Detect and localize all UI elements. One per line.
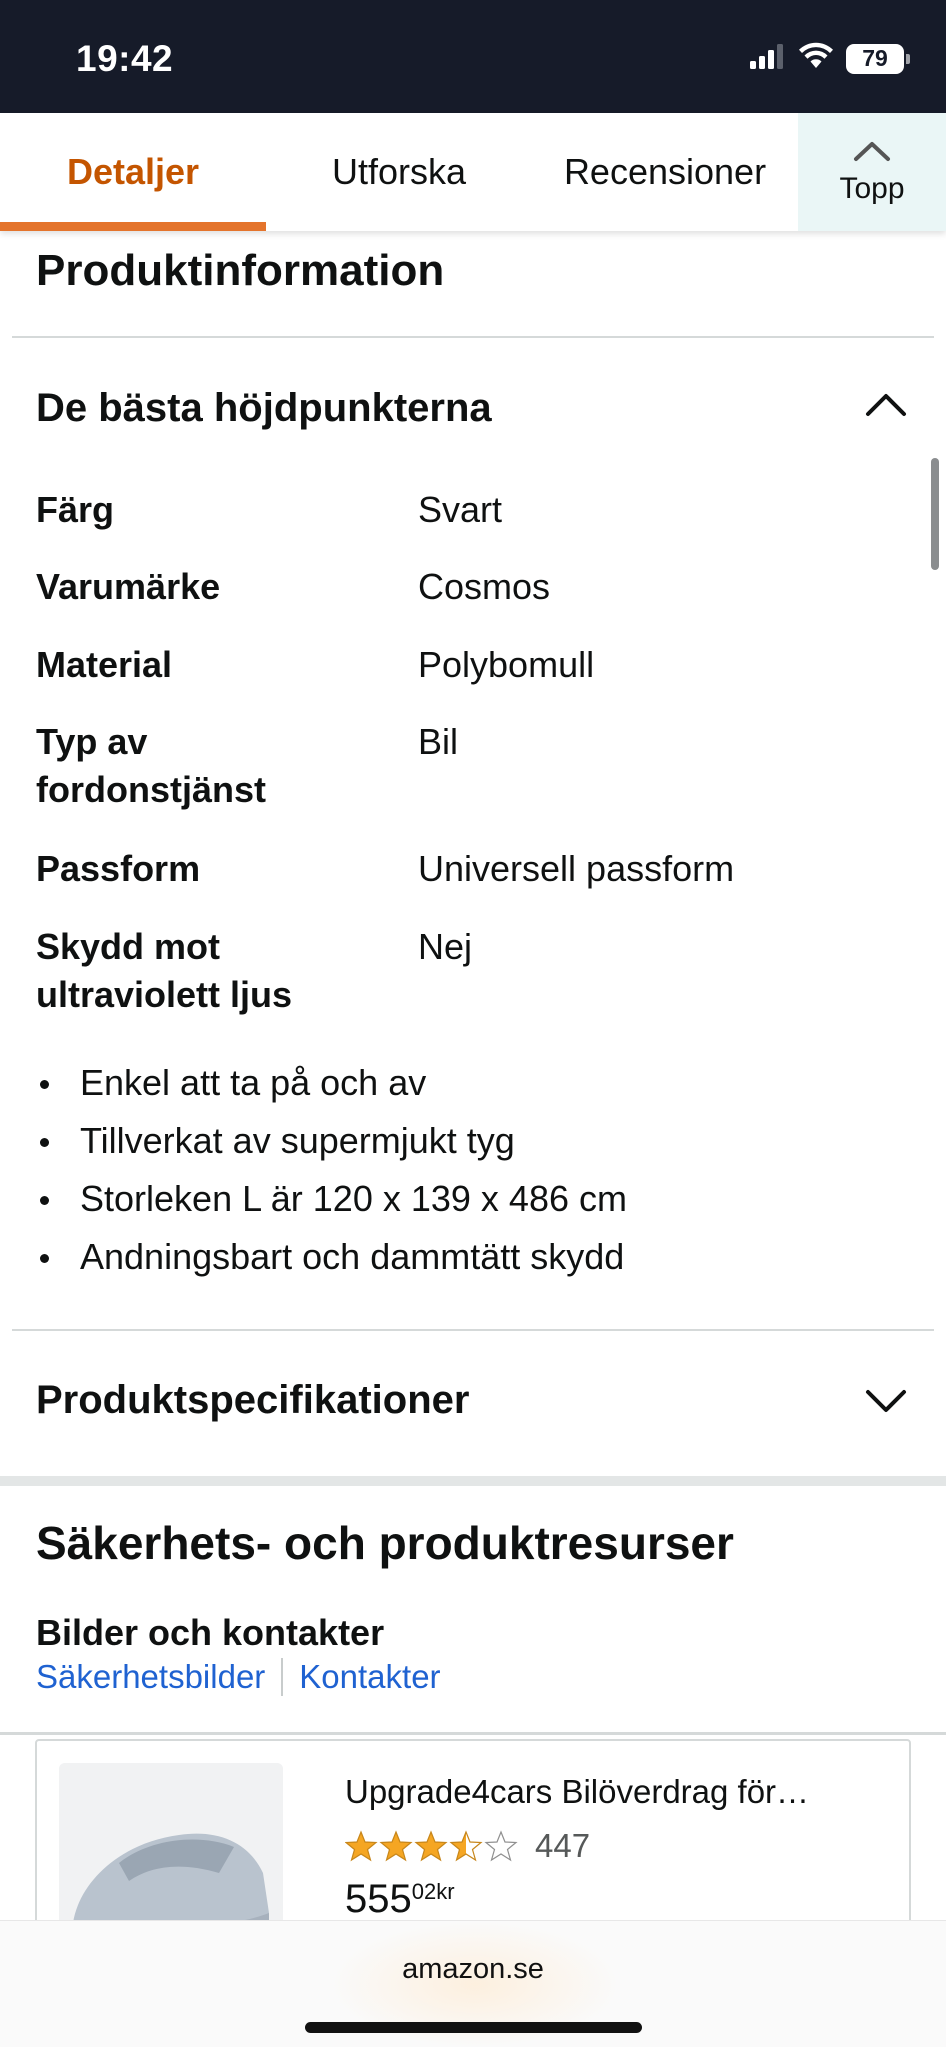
divider (0, 1732, 946, 1735)
spec-value: Polybomull (418, 644, 595, 685)
browser-bottom-bar: amazon.se (0, 1920, 946, 2047)
product-rating[interactable]: 447 (345, 1827, 590, 1865)
spec-value: Svart (418, 489, 503, 530)
price-whole: 555 (345, 1877, 412, 1921)
price-fraction: 02 (411, 1879, 437, 1904)
status-time: 19:42 (76, 38, 174, 79)
back-to-top-label: Topp (839, 172, 905, 205)
spec-key: Färg (36, 489, 115, 530)
price-currency: kr (436, 1879, 455, 1904)
spec-key: Material (36, 644, 173, 685)
chevron-down-icon[interactable] (864, 1388, 908, 1421)
spec-key: Passform (36, 848, 201, 889)
divider (12, 1329, 934, 1331)
feature-bullet-list: Enkel att ta på och av Tillverkat av sup… (36, 1054, 627, 1286)
section-tab-bar: Detaljer Utforska Recensioner Topp (0, 113, 946, 231)
back-to-top-button[interactable]: Topp (798, 113, 946, 231)
cellular-signal-icon (750, 43, 786, 74)
safety-images-link[interactable]: Säkerhetsbilder (36, 1658, 265, 1696)
highlights-title[interactable]: De bästa höjdpunkterna (36, 386, 492, 431)
tab-details[interactable]: Detaljer (0, 113, 266, 231)
safety-links: Säkerhetsbilder Kontakter (36, 1658, 441, 1696)
wifi-icon (798, 42, 834, 75)
feature-bullet: Tillverkat av supermjukt tyg (36, 1112, 627, 1170)
feature-bullet: Storleken L är 120 x 139 x 486 cm (36, 1170, 627, 1228)
spec-value: Cosmos (418, 566, 551, 607)
browser-url[interactable]: amazon.se (0, 1953, 946, 1986)
safety-resources-subtitle: Bilder och kontakter (36, 1612, 385, 1653)
home-indicator[interactable] (305, 2022, 642, 2033)
battery-icon: 79 (846, 43, 910, 74)
safety-resources-title: Säkerhets- och produktresurser (36, 1517, 734, 1569)
star-rating-icon (345, 1831, 517, 1861)
spec-value: Bil (418, 721, 459, 762)
spec-value: Nej (418, 926, 473, 967)
spec-key: Typ av fordonstjänst (36, 721, 266, 810)
spec-key: Skydd mot ultraviolett ljus (36, 926, 293, 1015)
tab-reviews[interactable]: Recensioner (532, 113, 798, 231)
contacts-link[interactable]: Kontakter (299, 1658, 440, 1696)
feature-bullet: Andningsbart och dammtätt skydd (36, 1228, 627, 1286)
status-bar: 19:42 79 (0, 0, 946, 113)
product-price: 55502kr (345, 1877, 455, 1922)
scrollbar[interactable] (931, 458, 939, 570)
tab-explore[interactable]: Utforska (266, 113, 532, 231)
chevron-up-icon (853, 138, 891, 172)
rating-count: 447 (535, 1827, 591, 1864)
section-divider (0, 1476, 946, 1486)
spec-value: Universell passform (418, 848, 735, 889)
specifications-title[interactable]: Produktspecifikationer (36, 1378, 469, 1423)
status-icons: 79 (750, 42, 910, 75)
link-separator (281, 1658, 284, 1696)
product-information-title: Produktinformation (36, 246, 445, 295)
spec-key: Varumärke (36, 566, 221, 607)
chevron-up-icon[interactable] (864, 390, 908, 423)
product-title[interactable]: Upgrade4cars Bilöverdrag för… (345, 1773, 809, 1811)
feature-bullet: Enkel att ta på och av (36, 1054, 627, 1112)
divider (12, 336, 934, 338)
